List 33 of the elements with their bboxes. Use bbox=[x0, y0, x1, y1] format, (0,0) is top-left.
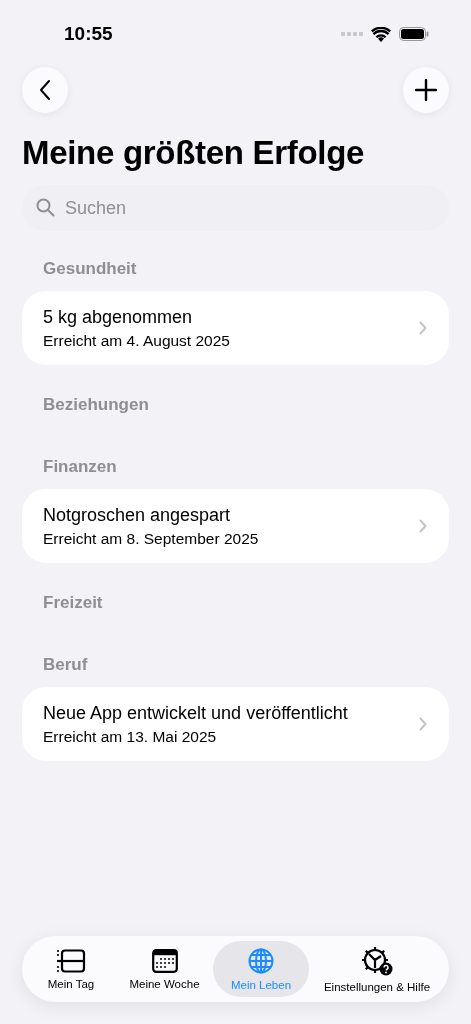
section-header: Freizeit bbox=[42, 593, 104, 613]
battery-icon bbox=[399, 27, 429, 41]
achievement-title: Notgroschen angespart bbox=[43, 504, 232, 526]
section-header: Finanzen bbox=[42, 457, 118, 477]
chevron-icon bbox=[419, 717, 427, 731]
section-header: Beziehungen bbox=[42, 395, 150, 415]
back-button[interactable] bbox=[22, 67, 68, 113]
achievement-card[interactable]: Notgroschen angespart Erreicht am 8. September 2025 bbox=[22, 489, 449, 563]
status-time: 10:55 bbox=[64, 23, 113, 45]
tab-item[interactable]: Einstellungen & Hilfe bbox=[309, 941, 445, 997]
section-header: Beruf bbox=[42, 655, 89, 675]
achievement-date: Erreicht am 8. September 2025 bbox=[43, 529, 259, 548]
achievement-date: Erreicht am 13. Mai 2025 bbox=[43, 727, 218, 746]
globe-icon bbox=[248, 947, 274, 974]
achievement-title: Neue App entwickelt und veröffentlicht bbox=[43, 702, 348, 724]
wifi-icon bbox=[371, 26, 391, 42]
achievement-card[interactable]: 5 kg abgenommen Erreicht am 4. August 2025 bbox=[22, 291, 449, 365]
back-icon bbox=[39, 79, 51, 101]
plus-icon bbox=[415, 79, 437, 101]
calendar-icon bbox=[151, 948, 178, 973]
page-title: Meine größten Erfolge bbox=[22, 133, 366, 173]
tab-item[interactable]: Meine Woche bbox=[116, 941, 213, 997]
signal-icon bbox=[341, 32, 363, 36]
tab-item[interactable]: Mein Tag bbox=[26, 941, 116, 997]
chevron-icon bbox=[419, 321, 427, 335]
add-button[interactable] bbox=[403, 67, 449, 113]
achievement-date: Erreicht am 4. August 2025 bbox=[43, 331, 230, 350]
achievement-card[interactable]: Neue App entwickelt und veröffentlicht Erreicht am 13. Mai 2025 bbox=[22, 687, 449, 761]
achievement-title: 5 kg abgenommen bbox=[43, 306, 194, 328]
chevron-icon bbox=[419, 519, 427, 533]
list-icon bbox=[56, 948, 86, 973]
gear-icon bbox=[361, 945, 393, 976]
section-header: Gesundheit bbox=[42, 259, 138, 279]
